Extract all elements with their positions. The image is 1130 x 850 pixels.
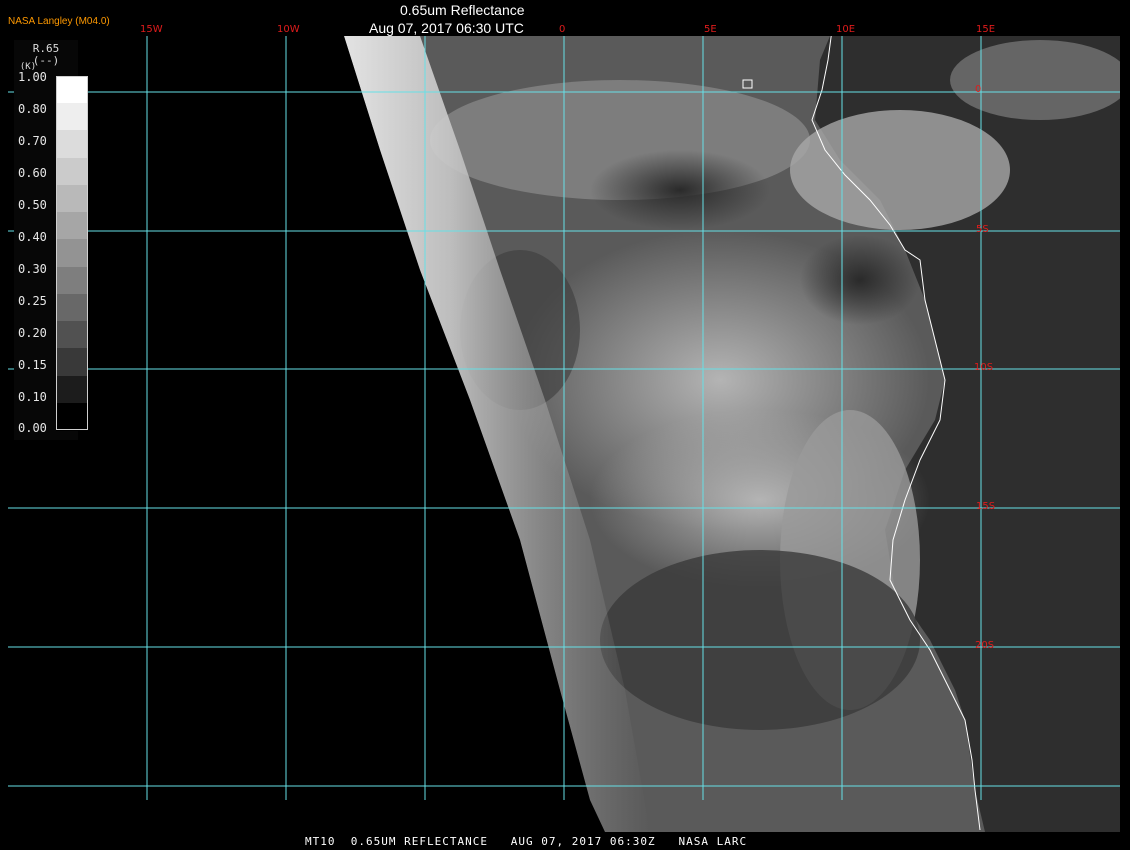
- lat-label-20s: 20S: [975, 640, 995, 651]
- legend-tick-label: 0.70: [18, 134, 47, 148]
- reflectance-image: [8, 36, 1120, 832]
- legend-frame: [56, 76, 88, 430]
- brand-label: NASA Langley (M04.0): [8, 16, 110, 27]
- lat-label-10s: 10S: [974, 362, 994, 373]
- legend-tick-label: 0.15: [18, 358, 47, 372]
- legend-tick-label: 0.25: [18, 294, 47, 308]
- legend-tick-label: 0.50: [18, 198, 47, 212]
- legend-tick-label: 0.30: [18, 262, 47, 276]
- legend-tick-label: 0.60: [18, 166, 47, 180]
- lon-label-15e: 15E: [976, 24, 996, 35]
- earth-disk: [344, 36, 1120, 832]
- color-scale-legend: R.65 (--) (K) 1.00 0.80 0.70 0.60 0.50 0.40 0.…: [14, 40, 88, 440]
- lon-label-5e: 5E: [704, 24, 717, 35]
- product-title: 0.65um Reflectance: [400, 2, 525, 18]
- footer-caption: MT10 0.65UM REFLECTANCE AUG 07, 2017 06:…: [305, 835, 748, 848]
- valid-datetime: Aug 07, 2017 06:30 UTC: [369, 20, 524, 36]
- satellite-map-view: 0.65um Reflectance Aug 07, 2017 06:30 UT…: [0, 0, 1130, 850]
- lat-label-0: 0: [975, 84, 982, 95]
- lat-label-15s: 15S: [976, 501, 996, 512]
- legend-tick-label: 0.10: [18, 390, 47, 404]
- legend-tick-label: 0.40: [18, 230, 47, 244]
- lat-label-5s: 5S: [976, 224, 989, 235]
- lon-label-10e: 10E: [836, 24, 856, 35]
- lon-label-0: 0: [559, 24, 566, 35]
- legend-tick-label: 0.20: [18, 326, 47, 340]
- lon-label-15w: 15W: [140, 24, 163, 35]
- lon-label-10w: 10W: [277, 24, 300, 35]
- legend-tick-label: 0.80: [18, 102, 47, 116]
- legend-tick-label: 1.00: [18, 70, 47, 84]
- legend-tick-label: 0.00: [18, 421, 47, 435]
